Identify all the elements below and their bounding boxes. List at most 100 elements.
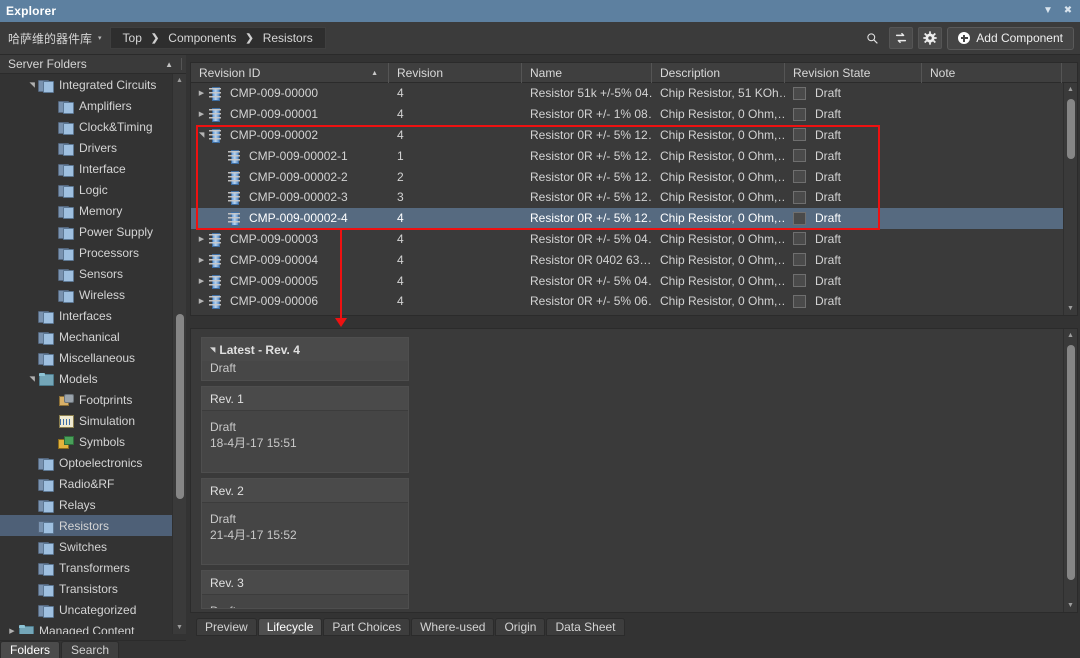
sidebar-item-integrated-circuits[interactable]: ◢ Integrated Circuits <box>0 74 186 95</box>
chevron-right-icon[interactable]: ▶ <box>195 256 208 264</box>
sidebar-tab-folders[interactable]: Folders <box>0 641 61 658</box>
table-row[interactable]: ▶ CMP-009-00004 4 Resistor 0R 0402 63… Chip … <box>191 249 1077 270</box>
table-row[interactable]: ◢ CMP-009-00002 4 Resistor 0R +/- 5% 12… Chi… <box>191 125 1077 146</box>
tree-scrollbar[interactable]: ▲ ▼ <box>172 74 186 634</box>
lifecycle-revision-list[interactable]: ◢ Latest - Rev. 4 Draft Rev. 1 Draft 18-4月-17… <box>201 337 409 614</box>
refresh-icon[interactable] <box>889 27 914 49</box>
table-row[interactable]: CMP-009-00002-1 1 Resistor 0R +/- 5% 12… Ch… <box>191 145 1077 166</box>
sidebar-item-miscellaneous[interactable]: Miscellaneous <box>0 347 186 368</box>
scroll-down-icon[interactable]: ▼ <box>1064 302 1077 315</box>
grid-column-header-revision[interactable]: Revision <box>389 62 522 83</box>
chevron-down-icon[interactable]: ▼ <box>1040 3 1056 19</box>
sidebar-item-clock-timing[interactable]: Clock&Timing <box>0 116 186 137</box>
grid-column-header-note[interactable]: Note <box>922 62 1062 83</box>
library-selector[interactable]: 哈萨维的器件库 ▾ <box>0 28 108 49</box>
sidebar-item-transistors[interactable]: Transistors <box>0 578 186 599</box>
tab-part-choices[interactable]: Part Choices <box>323 618 411 636</box>
sidebar-item-mechanical[interactable]: Mechanical <box>0 326 186 347</box>
tab-preview[interactable]: Preview <box>196 618 257 636</box>
sidebar-item-radio-rf[interactable]: Radio&RF <box>0 473 186 494</box>
sidebar-item-amplifiers[interactable]: Amplifiers <box>0 95 186 116</box>
table-row[interactable]: ▶ CMP-009-00006 4 Resistor 0R +/- 5% 06… Chi… <box>191 291 1077 312</box>
scroll-down-icon[interactable]: ▼ <box>173 621 186 634</box>
tab-origin[interactable]: Origin <box>495 618 546 636</box>
grid-cell-note <box>922 270 1062 291</box>
sidebar-item-simulation[interactable]: Simulation <box>0 410 186 431</box>
breadcrumb-item-top[interactable]: Top <box>121 31 144 45</box>
breadcrumb-item-resistors[interactable]: Resistors <box>261 31 315 45</box>
scroll-down-icon[interactable]: ▼ <box>1064 599 1077 612</box>
folder-stack-icon <box>58 120 74 135</box>
lifecycle-revision-body: Draft 21-4月-17 15:52 <box>202 502 408 564</box>
lifecycle-scrollbar[interactable]: ▲ ▼ <box>1063 329 1077 612</box>
sidebar-item-label: Resistors <box>59 518 110 533</box>
sidebar-item-footprints[interactable]: Footprints <box>0 389 186 410</box>
gear-icon[interactable] <box>918 27 943 49</box>
sidebar-item-relays[interactable]: Relays <box>0 494 186 515</box>
grid-column-header-revision-state[interactable]: Revision State <box>785 62 922 83</box>
lifecycle-scrollbar-thumb[interactable] <box>1067 345 1075 580</box>
table-row[interactable]: ▶ CMP-009-00005 4 Resistor 0R +/- 5% 04… Chi… <box>191 270 1077 291</box>
chevron-right-icon[interactable]: ▶ <box>195 110 208 118</box>
sidebar-item-drivers[interactable]: Drivers <box>0 137 186 158</box>
revision-state-label: Draft <box>815 86 842 101</box>
folder-tree[interactable]: ◢ Integrated Circuits Amplifiers Clock&Timi… <box>0 74 186 634</box>
collapse-icon[interactable]: ▲ <box>165 60 173 69</box>
sidebar-item-sensors[interactable]: Sensors <box>0 263 186 284</box>
chevron-down-icon[interactable]: ◢ <box>28 79 36 91</box>
sidebar-item-memory[interactable]: Memory <box>0 200 186 221</box>
table-row[interactable]: ▶ CMP-009-00003 4 Resistor 0R +/- 5% 04… Chi… <box>191 229 1077 250</box>
lifecycle-latest-card[interactable]: ◢ Latest - Rev. 4 Draft <box>201 337 409 381</box>
tab-data-sheet[interactable]: Data Sheet <box>546 618 625 636</box>
sidebar-item-power-supply[interactable]: Power Supply <box>0 221 186 242</box>
add-component-button[interactable]: Add Component <box>947 26 1074 50</box>
chevron-down-icon[interactable]: ◢ <box>28 373 36 385</box>
chevron-right-icon[interactable]: ▶ <box>195 89 208 97</box>
sidebar-item-interface[interactable]: Interface <box>0 158 186 179</box>
grid-column-header-revision-id[interactable]: Revision ID ▲ <box>191 62 389 83</box>
grid-scrollbar[interactable]: ▲ ▼ <box>1063 83 1077 315</box>
sidebar-item-symbols[interactable]: Symbols <box>0 431 186 452</box>
chevron-down-icon[interactable]: ◢ <box>209 347 217 352</box>
grid-column-header-name[interactable]: Name <box>522 62 652 83</box>
sidebar-item-switches[interactable]: Switches <box>0 536 186 557</box>
close-icon[interactable]: ✖ <box>1060 3 1076 19</box>
grid-scrollbar-thumb[interactable] <box>1067 99 1075 159</box>
lifecycle-revision-card[interactable]: Rev. 1 Draft 18-4月-17 15:51 <box>201 386 409 473</box>
sidebar-item-wireless[interactable]: Wireless <box>0 284 186 305</box>
folder-stack-icon <box>58 99 74 114</box>
scroll-up-icon[interactable]: ▲ <box>173 74 186 87</box>
grid-body[interactable]: ▶ CMP-009-00000 4 Resistor 51k +/-5% 04… Chi… <box>191 83 1077 315</box>
lifecycle-revision-card[interactable]: Rev. 2 Draft 21-4月-17 15:52 <box>201 478 409 565</box>
scroll-up-icon[interactable]: ▲ <box>1064 83 1077 96</box>
tab-lifecycle[interactable]: Lifecycle <box>257 618 323 636</box>
table-row[interactable]: ▶ CMP-009-00000 4 Resistor 51k +/-5% 04… Chi… <box>191 83 1077 104</box>
sidebar-item-models[interactable]: ◢ Models <box>0 368 186 389</box>
sidebar-item-processors[interactable]: Processors <box>0 242 186 263</box>
grid-column-header-description[interactable]: Description <box>652 62 785 83</box>
tab-where-used[interactable]: Where-used <box>411 618 495 636</box>
breadcrumb-item-components[interactable]: Components <box>166 31 238 45</box>
sidebar-item-resistors[interactable]: Resistors <box>0 515 186 536</box>
chevron-right-icon[interactable]: ▶ <box>6 627 18 635</box>
search-icon[interactable] <box>860 27 884 49</box>
lifecycle-revision-card[interactable]: Rev. 3 Draft <box>201 570 409 609</box>
chevron-right-icon[interactable]: ▶ <box>195 297 208 305</box>
sidebar-item-interfaces[interactable]: Interfaces <box>0 305 186 326</box>
chevron-right-icon[interactable]: ▶ <box>195 235 208 243</box>
table-row[interactable]: CMP-009-00002-4 4 Resistor 0R +/- 5% 12… Ch… <box>191 207 1077 229</box>
tree-scrollbar-thumb[interactable] <box>176 314 184 499</box>
revision-state-label: Draft <box>815 273 842 288</box>
table-row[interactable]: ▶ CMP-009-00001 4 Resistor 0R +/- 1% 08… Chi… <box>191 104 1077 125</box>
table-row[interactable]: CMP-009-00002-3 3 Resistor 0R +/- 5% 12… Ch… <box>191 187 1077 208</box>
sidebar-item-optoelectronics[interactable]: Optoelectronics <box>0 452 186 473</box>
sidebar-item-uncategorized[interactable]: Uncategorized <box>0 599 186 620</box>
sidebar-item-logic[interactable]: Logic <box>0 179 186 200</box>
chevron-down-icon[interactable]: ◢ <box>198 128 206 141</box>
table-row[interactable]: CMP-009-00002-2 2 Resistor 0R +/- 5% 12… Ch… <box>191 166 1077 187</box>
chevron-right-icon[interactable]: ▶ <box>195 277 208 285</box>
sidebar-tab-search[interactable]: Search <box>61 641 120 658</box>
sidebar-item-transformers[interactable]: Transformers <box>0 557 186 578</box>
scroll-up-icon[interactable]: ▲ <box>1064 329 1077 342</box>
sidebar-item-managed-content[interactable]: ▶ Managed Content <box>0 620 186 634</box>
